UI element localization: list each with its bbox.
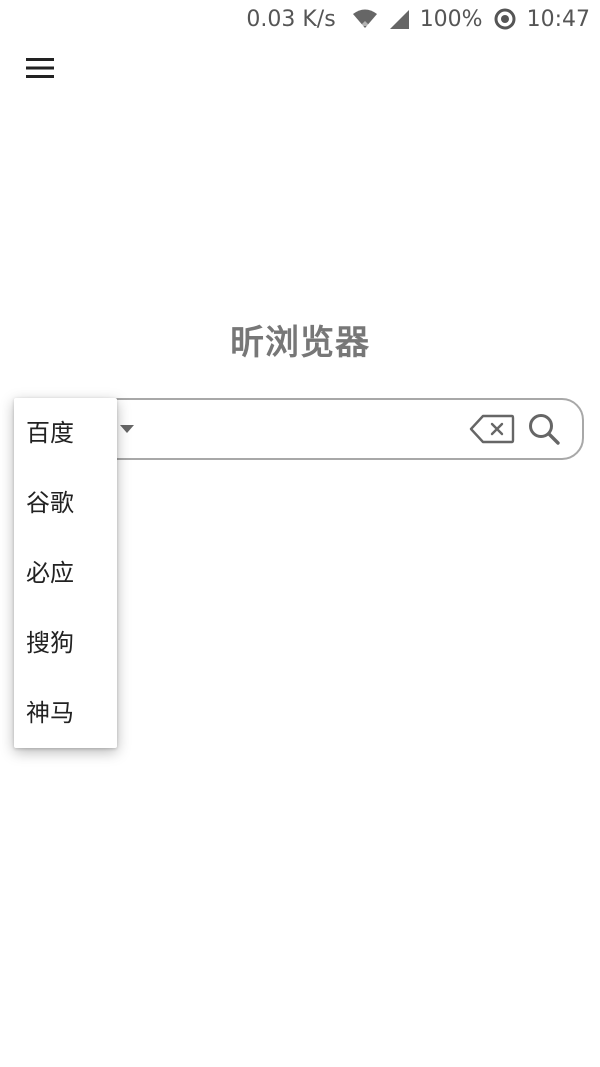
status-bar: 0.03 K/s 100% 10:47 xyxy=(0,0,600,38)
menu-button[interactable] xyxy=(20,52,60,88)
hamburger-menu-icon xyxy=(26,57,54,83)
engine-dropdown-toggle[interactable] xyxy=(120,425,134,433)
clear-button[interactable] xyxy=(468,414,516,448)
network-speed: 0.03 K/s xyxy=(246,6,336,32)
engine-option-baidu[interactable]: 百度 xyxy=(14,398,117,468)
browser-home-screen: 0.03 K/s 100% 10:47 昕浏览器 百度 谷歌 必应 搜狗 神马 xyxy=(0,0,600,1067)
backspace-clear-icon xyxy=(469,414,515,448)
sync-icon xyxy=(493,7,517,31)
engine-option-sogou[interactable]: 搜狗 xyxy=(14,608,117,678)
wifi-icon xyxy=(352,9,378,29)
engine-option-google[interactable]: 谷歌 xyxy=(14,468,117,538)
page-title: 昕浏览器 xyxy=(230,323,370,363)
search-button[interactable] xyxy=(524,413,564,449)
search-icon xyxy=(527,412,561,450)
engine-option-bing[interactable]: 必应 xyxy=(14,538,117,608)
engine-option-shenma[interactable]: 神马 xyxy=(14,678,117,748)
battery-level: 100% xyxy=(419,6,483,32)
signal-icon xyxy=(388,8,410,30)
search-engine-menu: 百度 谷歌 必应 搜狗 神马 xyxy=(14,398,117,748)
search-input[interactable] xyxy=(146,408,470,454)
clock: 10:47 xyxy=(526,6,590,32)
